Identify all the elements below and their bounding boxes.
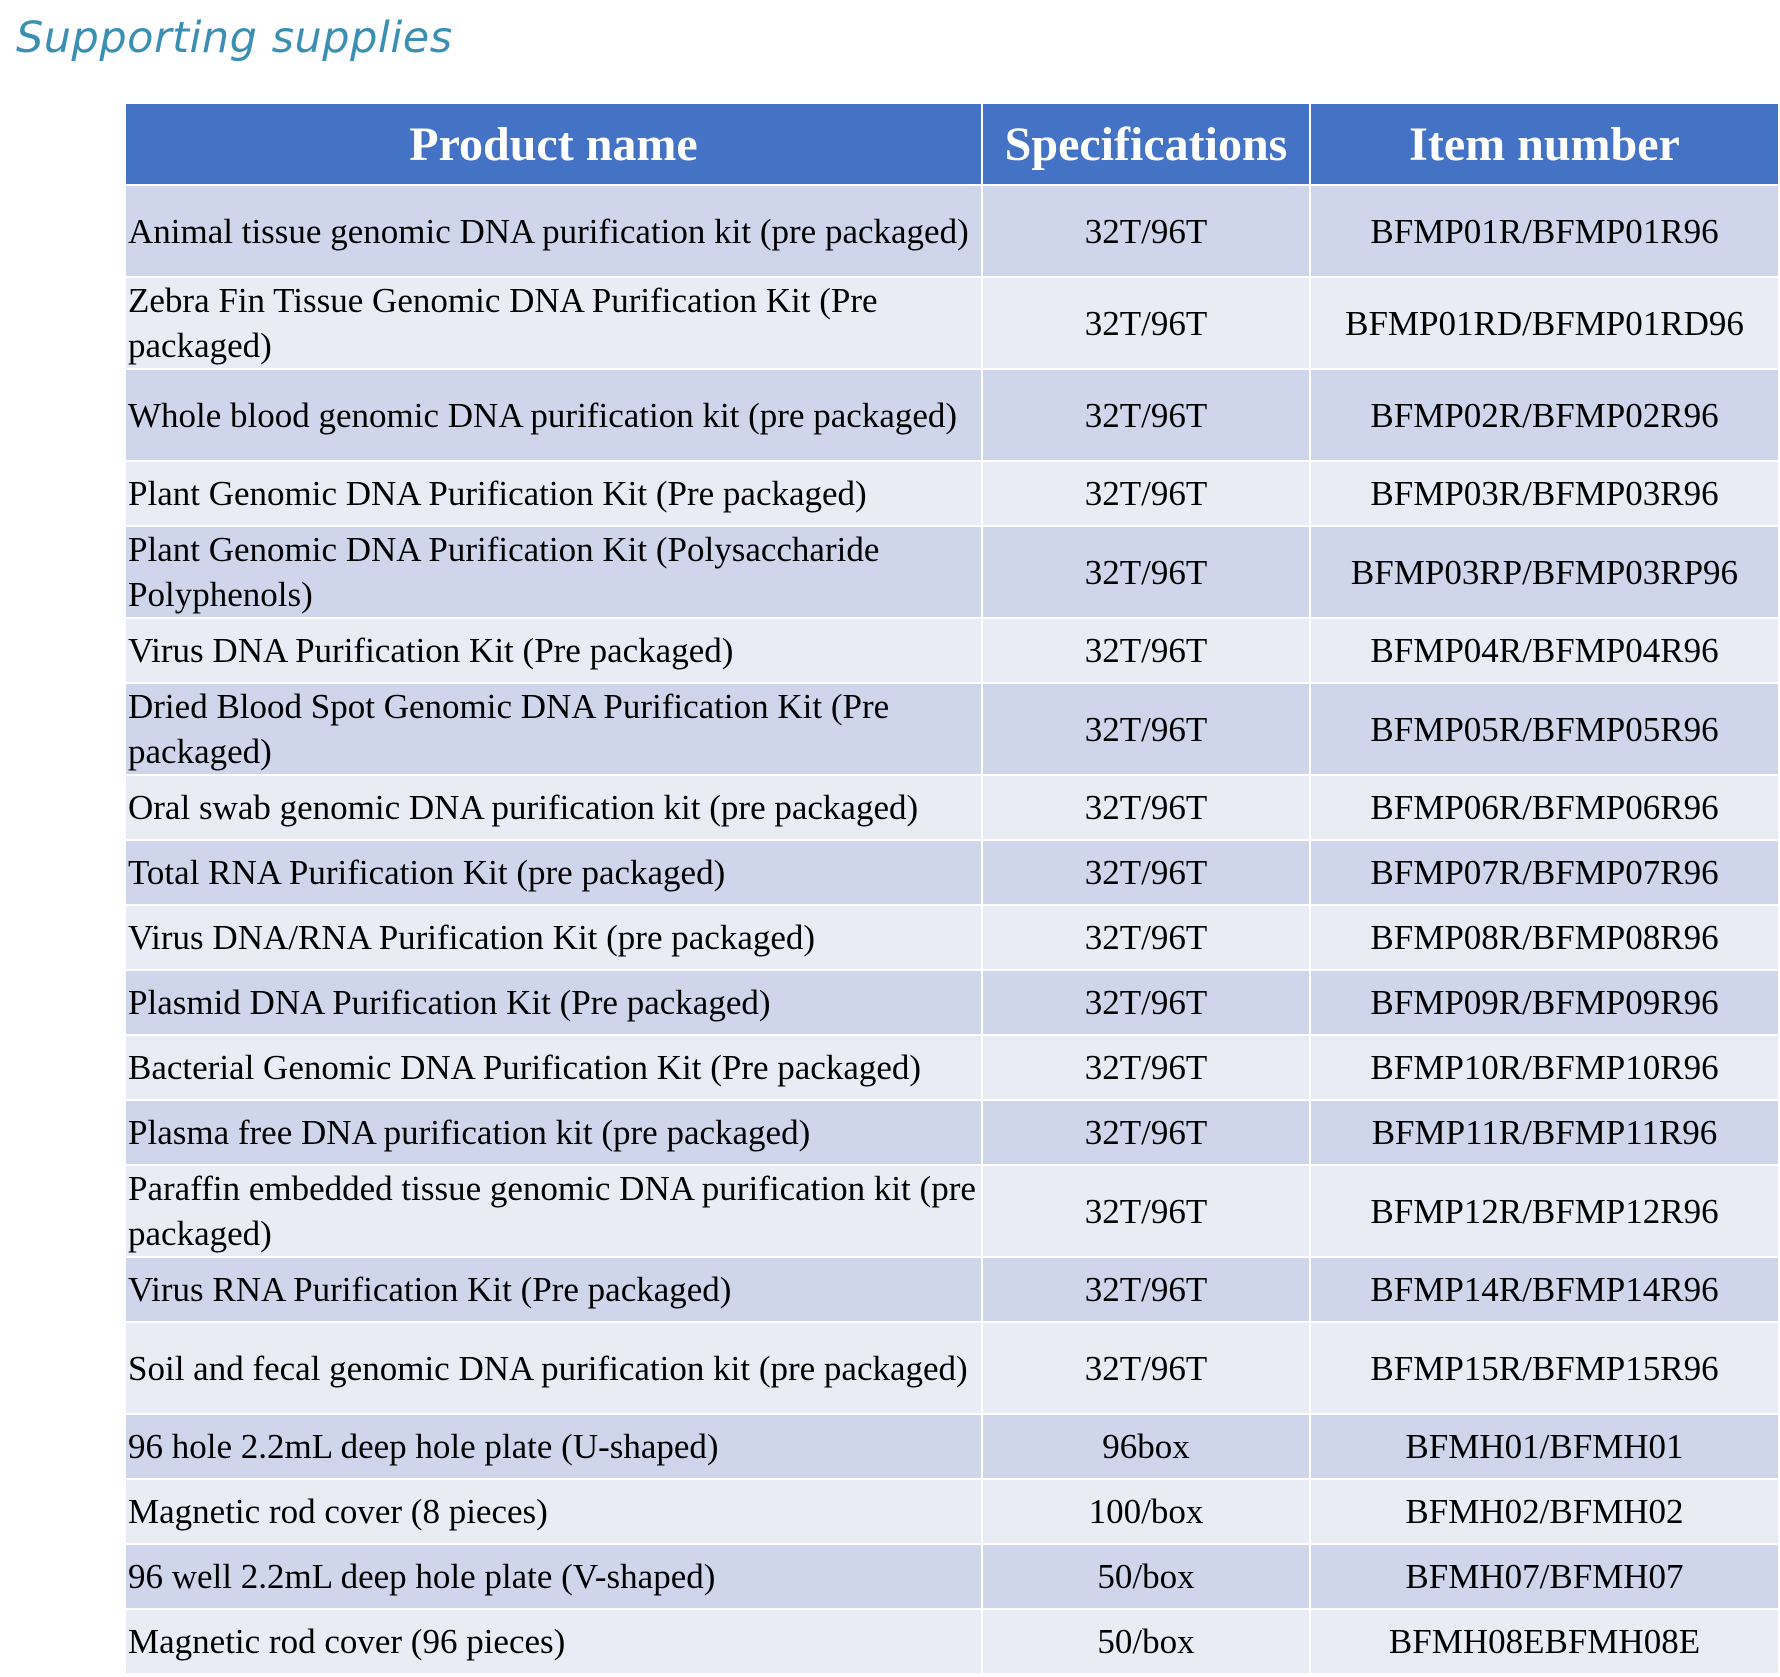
- item-number-cell: BFMP03RP/BFMP03RP96: [1309, 525, 1780, 619]
- specification-cell: 32T/96T: [981, 904, 1311, 971]
- item-number-cell: BFMP10R/BFMP10R96: [1309, 1034, 1780, 1101]
- specification-cell: 32T/96T: [981, 1164, 1311, 1258]
- specification-cell: 32T/96T: [981, 184, 1311, 278]
- item-number-cell: BFMH02/BFMH02: [1309, 1478, 1780, 1545]
- specification-cell: 32T/96T: [981, 969, 1311, 1036]
- product-name-cell: Total RNA Purification Kit (pre packaged…: [124, 839, 983, 906]
- item-number-cell: BFMP14R/BFMP14R96: [1309, 1256, 1780, 1323]
- product-name-cell: Bacterial Genomic DNA Purification Kit (…: [124, 1034, 983, 1101]
- product-name-cell: Virus RNA Purification Kit (Pre packaged…: [124, 1256, 983, 1323]
- item-number-cell: BFMP01RD/BFMP01RD96: [1309, 276, 1780, 370]
- table-row: Total RNA Purification Kit (pre packaged…: [124, 839, 1780, 906]
- table-row: Whole blood genomic DNA purification kit…: [124, 368, 1780, 462]
- product-name-cell: Plasmid DNA Purification Kit (Pre packag…: [124, 969, 983, 1036]
- specification-cell: 32T/96T: [981, 1321, 1311, 1415]
- product-name-cell: Virus DNA/RNA Purification Kit (pre pack…: [124, 904, 983, 971]
- item-number-cell: BFMP07R/BFMP07R96: [1309, 839, 1780, 906]
- table-row: Magnetic rod cover (8 pieces) 100/box BF…: [124, 1478, 1780, 1545]
- item-number-cell: BFMH07/BFMH07: [1309, 1543, 1780, 1610]
- table-row: Plant Genomic DNA Purification Kit (Pre …: [124, 460, 1780, 527]
- item-number-cell: BFMP12R/BFMP12R96: [1309, 1164, 1780, 1258]
- item-number-cell: BFMP11R/BFMP11R96: [1309, 1099, 1780, 1166]
- specification-cell: 32T/96T: [981, 460, 1311, 527]
- item-number-cell: BFMH08EBFMH08E: [1309, 1608, 1780, 1675]
- table-row: 96 well 2.2mL deep hole plate (V-shaped)…: [124, 1543, 1780, 1610]
- item-number-cell: BFMP06R/BFMP06R96: [1309, 774, 1780, 841]
- item-number-cell: BFMP04R/BFMP04R96: [1309, 617, 1780, 684]
- product-name-cell: Paraffin embedded tissue genomic DNA pur…: [124, 1164, 983, 1258]
- product-name-cell: Soil and fecal genomic DNA purification …: [124, 1321, 983, 1415]
- item-number-cell: BFMP01R/BFMP01R96: [1309, 184, 1780, 278]
- table-row: Magnetic rod cover (96 pieces) 50/box BF…: [124, 1608, 1780, 1675]
- column-header-specifications: Specifications: [981, 102, 1311, 186]
- item-number-cell: BFMP05R/BFMP05R96: [1309, 682, 1780, 776]
- product-name-cell: Animal tissue genomic DNA purification k…: [124, 184, 983, 278]
- specification-cell: 32T/96T: [981, 525, 1311, 619]
- product-name-cell: Magnetic rod cover (96 pieces): [124, 1608, 983, 1675]
- product-name-cell: Oral swab genomic DNA purification kit (…: [124, 774, 983, 841]
- product-name-cell: 96 well 2.2mL deep hole plate (V-shaped): [124, 1543, 983, 1610]
- column-header-product-name: Product name: [124, 102, 983, 186]
- table-row: Plant Genomic DNA Purification Kit (Poly…: [124, 525, 1780, 619]
- product-name-cell: Plasma free DNA purification kit (pre pa…: [124, 1099, 983, 1166]
- table-row: Virus DNA/RNA Purification Kit (pre pack…: [124, 904, 1780, 971]
- table-row: Virus DNA Purification Kit (Pre packaged…: [124, 617, 1780, 684]
- table-row: Paraffin embedded tissue genomic DNA pur…: [124, 1164, 1780, 1258]
- item-number-cell: BFMP03R/BFMP03R96: [1309, 460, 1780, 527]
- product-name-cell: Whole blood genomic DNA purification kit…: [124, 368, 983, 462]
- item-number-cell: BFMP15R/BFMP15R96: [1309, 1321, 1780, 1415]
- table-row: Dried Blood Spot Genomic DNA Purificatio…: [124, 682, 1780, 776]
- specification-cell: 96box: [981, 1413, 1311, 1480]
- specification-cell: 100/box: [981, 1478, 1311, 1545]
- table-row: Soil and fecal genomic DNA purification …: [124, 1321, 1780, 1415]
- item-number-cell: BFMP09R/BFMP09R96: [1309, 969, 1780, 1036]
- product-name-cell: 96 hole 2.2mL deep hole plate (U-shaped): [124, 1413, 983, 1480]
- column-header-item-number: Item number: [1309, 102, 1780, 186]
- product-name-cell: Virus DNA Purification Kit (Pre packaged…: [124, 617, 983, 684]
- table-row: Zebra Fin Tissue Genomic DNA Purificatio…: [124, 276, 1780, 370]
- specification-cell: 32T/96T: [981, 839, 1311, 906]
- specification-cell: 32T/96T: [981, 682, 1311, 776]
- product-name-cell: Magnetic rod cover (8 pieces): [124, 1478, 983, 1545]
- product-name-cell: Dried Blood Spot Genomic DNA Purificatio…: [124, 682, 983, 776]
- table-row: Bacterial Genomic DNA Purification Kit (…: [124, 1034, 1780, 1101]
- table-row: Oral swab genomic DNA purification kit (…: [124, 774, 1780, 841]
- table-row: Virus RNA Purification Kit (Pre packaged…: [124, 1256, 1780, 1323]
- table-row: Animal tissue genomic DNA purification k…: [124, 184, 1780, 278]
- item-number-cell: BFMH01/BFMH01: [1309, 1413, 1780, 1480]
- product-name-cell: Plant Genomic DNA Purification Kit (Poly…: [124, 525, 983, 619]
- table-header-row: Product name Specifications Item number: [124, 102, 1780, 186]
- products-table: Product name Specifications Item number …: [124, 102, 1780, 1675]
- specification-cell: 50/box: [981, 1608, 1311, 1675]
- specification-cell: 32T/96T: [981, 276, 1311, 370]
- item-number-cell: BFMP02R/BFMP02R96: [1309, 368, 1780, 462]
- page-title: Supporting supplies: [16, 13, 453, 63]
- product-name-cell: Zebra Fin Tissue Genomic DNA Purificatio…: [124, 276, 983, 370]
- table-row: Plasma free DNA purification kit (pre pa…: [124, 1099, 1780, 1166]
- item-number-cell: BFMP08R/BFMP08R96: [1309, 904, 1780, 971]
- specification-cell: 32T/96T: [981, 774, 1311, 841]
- specification-cell: 50/box: [981, 1543, 1311, 1610]
- specification-cell: 32T/96T: [981, 368, 1311, 462]
- table-row: 96 hole 2.2mL deep hole plate (U-shaped)…: [124, 1413, 1780, 1480]
- product-name-cell: Plant Genomic DNA Purification Kit (Pre …: [124, 460, 983, 527]
- table-row: Plasmid DNA Purification Kit (Pre packag…: [124, 969, 1780, 1036]
- specification-cell: 32T/96T: [981, 1034, 1311, 1101]
- specification-cell: 32T/96T: [981, 1256, 1311, 1323]
- specification-cell: 32T/96T: [981, 1099, 1311, 1166]
- specification-cell: 32T/96T: [981, 617, 1311, 684]
